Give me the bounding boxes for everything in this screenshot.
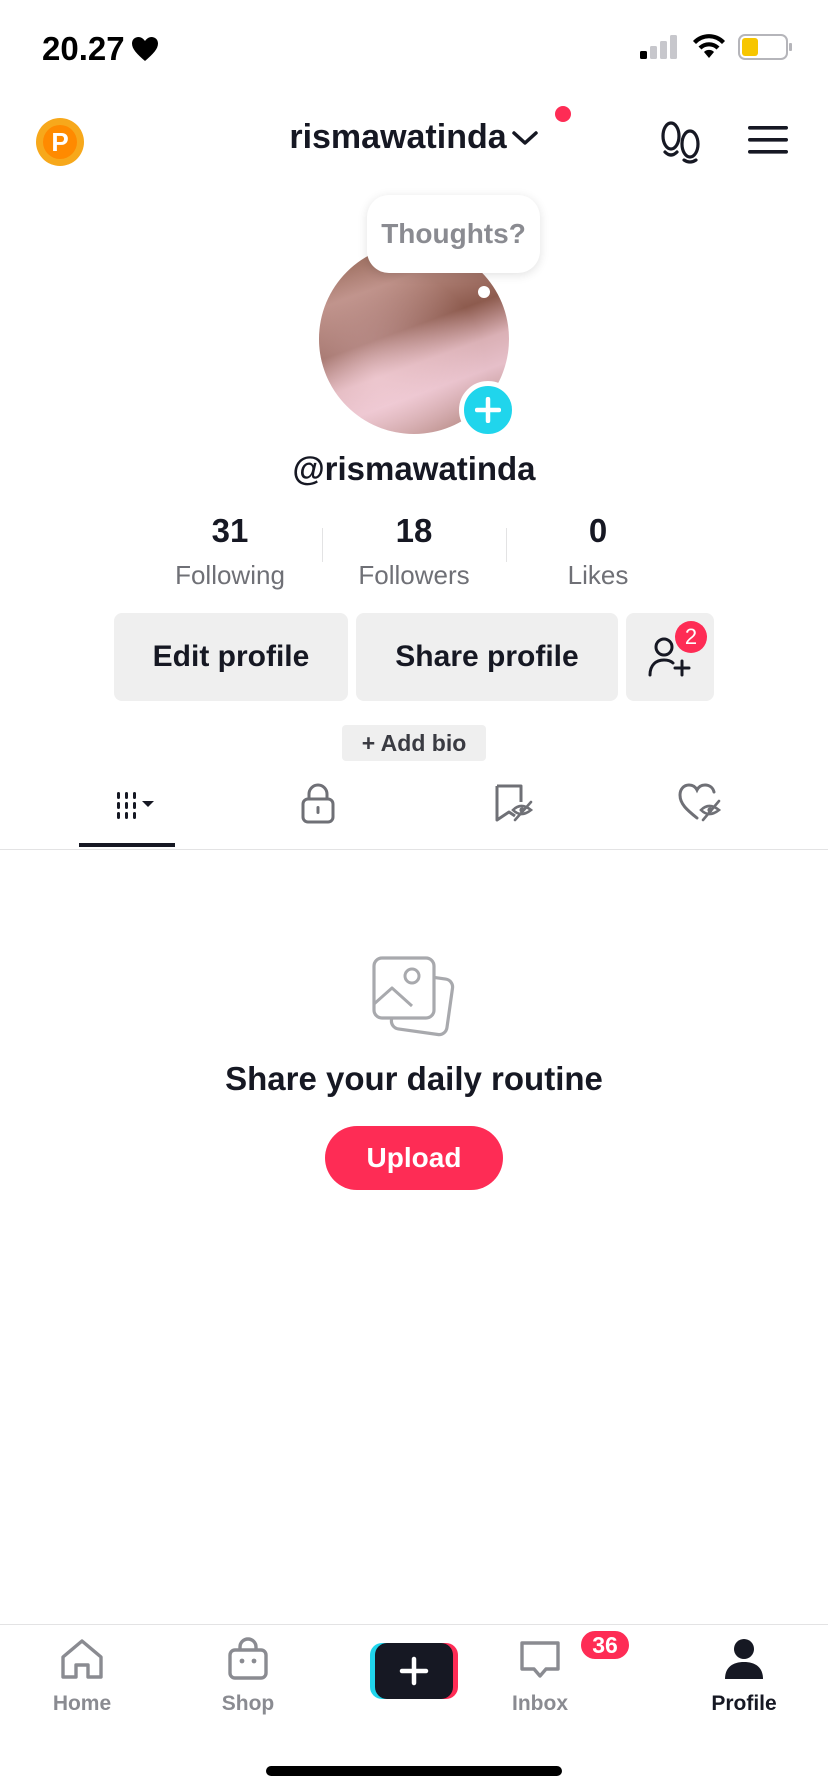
- chevron-down-icon: [511, 130, 538, 145]
- plus-icon: [475, 397, 501, 423]
- profile-stats: 31 Following 18 Followers 0 Likes: [138, 512, 690, 591]
- nav-home[interactable]: Home: [22, 1637, 142, 1716]
- inbox-icon: [520, 1641, 560, 1678]
- stat-followers[interactable]: 18 Followers: [322, 512, 506, 591]
- add-bio-button[interactable]: + Add bio: [342, 725, 486, 761]
- nav-profile[interactable]: Profile: [684, 1637, 804, 1716]
- add-story-button[interactable]: [459, 381, 517, 439]
- home-icon: [61, 1639, 103, 1679]
- bookmark-hidden-icon: [495, 784, 534, 822]
- stat-likes[interactable]: 0 Likes: [506, 512, 690, 591]
- heart-icon: [131, 37, 158, 61]
- lock-icon: [301, 783, 335, 824]
- stat-value: 0: [588, 512, 608, 549]
- footprints-icon[interactable]: [660, 120, 702, 164]
- tab-videos[interactable]: [79, 782, 175, 850]
- share-profile-button[interactable]: Share profile: [356, 613, 618, 701]
- status-time-text: 20.27: [42, 30, 125, 67]
- status-time: 20.27: [42, 30, 159, 68]
- profile-icon: [725, 1639, 763, 1679]
- account-username: rismawatinda: [289, 118, 507, 156]
- home-indicator: [266, 1766, 562, 1776]
- content-tabs: [0, 782, 828, 850]
- stat-value: 31: [211, 512, 249, 549]
- nav-label: Profile: [711, 1692, 777, 1715]
- battery-icon: [738, 34, 792, 60]
- stat-label: Likes: [567, 560, 629, 590]
- nav-label: Home: [52, 1692, 112, 1715]
- stat-label: Following: [175, 560, 285, 590]
- notification-dot: [555, 106, 571, 122]
- stat-following[interactable]: 31 Following: [138, 512, 322, 591]
- tab-private[interactable]: [280, 782, 356, 850]
- heart-hidden-icon: [678, 783, 722, 822]
- empty-state-title: Share your daily routine: [225, 1060, 603, 1097]
- edit-profile-button[interactable]: Edit profile: [114, 613, 348, 701]
- inbox-badge: 36: [579, 1629, 631, 1661]
- status-indicators: [640, 34, 794, 60]
- shop-bag-icon: [228, 1637, 268, 1680]
- grid-icon: [117, 792, 154, 819]
- active-tab-indicator: [79, 843, 175, 847]
- tab-liked-hidden[interactable]: [662, 782, 738, 850]
- wifi-icon: [693, 34, 725, 58]
- friend-requests-badge: 2: [675, 621, 707, 653]
- stat-label: Followers: [358, 560, 470, 590]
- thought-dot: [478, 286, 490, 298]
- signal-icon: [640, 35, 677, 59]
- nav-label: Shop: [221, 1692, 275, 1715]
- nav-shop[interactable]: Shop: [188, 1637, 308, 1716]
- tab-saved-hidden[interactable]: [475, 782, 551, 850]
- menu-icon[interactable]: [748, 124, 788, 156]
- nav-label: Inbox: [512, 1692, 568, 1715]
- account-switcher[interactable]: rismawatinda: [0, 118, 828, 157]
- profile-handle: @rismawatinda: [292, 450, 536, 487]
- stat-value: 18: [395, 512, 433, 549]
- photos-icon: [372, 956, 455, 1037]
- upload-button[interactable]: Upload: [325, 1126, 503, 1190]
- create-button[interactable]: [370, 1643, 458, 1699]
- thoughts-bubble[interactable]: Thoughts?: [367, 195, 540, 273]
